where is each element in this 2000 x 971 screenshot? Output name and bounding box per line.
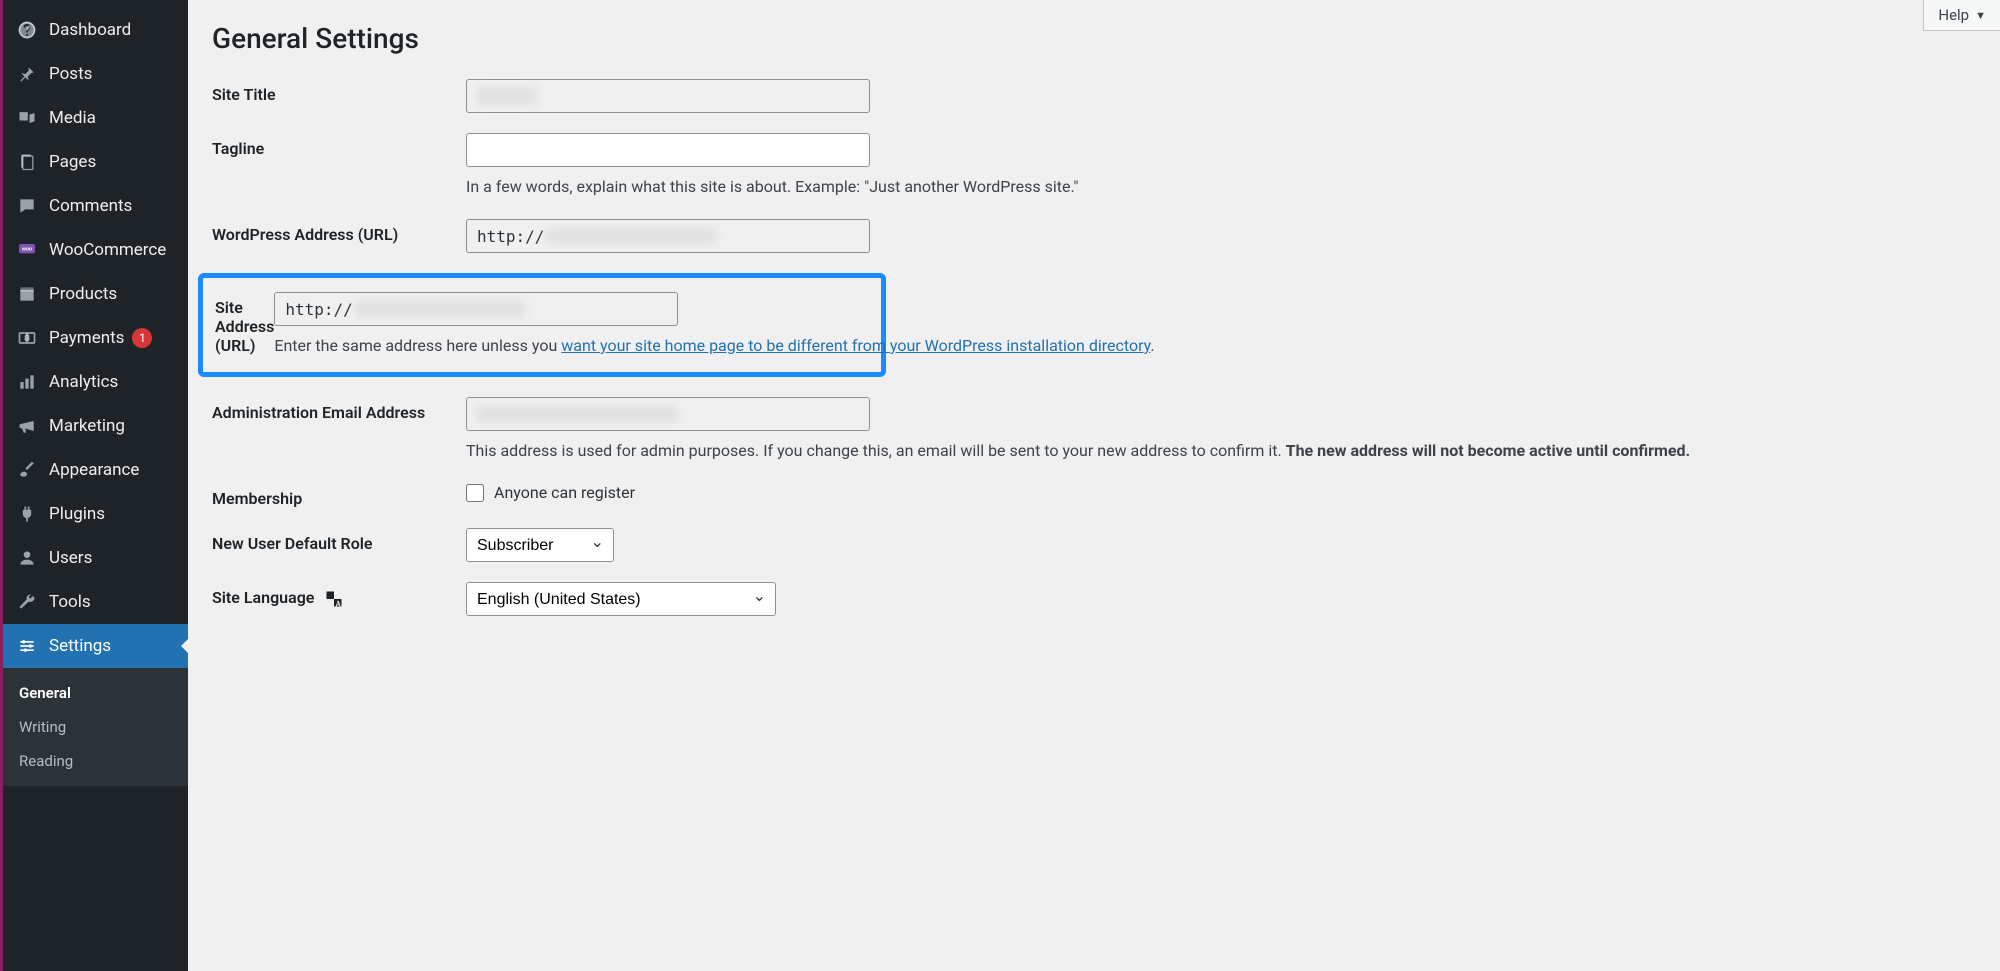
sidebar-item-label: Products [49, 284, 117, 304]
sidebar-item-pages[interactable]: Pages [3, 140, 188, 184]
sidebar-item-appearance[interactable]: Appearance [3, 448, 188, 492]
svg-text:$: $ [25, 334, 29, 343]
sidebar-item-marketing[interactable]: Marketing [3, 404, 188, 448]
pin-icon [15, 62, 39, 86]
sidebar-item-users[interactable]: Users [3, 536, 188, 580]
payments-icon: $ [15, 326, 39, 350]
tagline-row: Tagline In a few words, explain what thi… [212, 133, 1976, 199]
megaphone-icon [15, 414, 39, 438]
sidebar-item-label: Posts [49, 64, 92, 84]
admin-email-label: Administration Email Address [212, 397, 466, 422]
page-title: General Settings [212, 22, 1976, 55]
tagline-input[interactable] [466, 133, 870, 167]
payments-badge: 1 [132, 328, 152, 348]
sidebar-item-label: Comments [49, 196, 132, 216]
dashboard-icon [15, 18, 39, 42]
settings-submenu: General Writing Reading [3, 668, 188, 786]
site-address-label: Site Address (URL) [215, 292, 274, 355]
sidebar-item-payments[interactable]: $ Payments 1 [3, 316, 188, 360]
sidebar-item-tools[interactable]: Tools [3, 580, 188, 624]
site-language-label: Site Language [212, 582, 466, 609]
sidebar-item-products[interactable]: Products [3, 272, 188, 316]
media-icon [15, 106, 39, 130]
main-content: Help ▼ General Settings Site Title Tagli… [188, 0, 2000, 971]
membership-row: Membership Anyone can register [212, 483, 1976, 508]
sidebar-item-posts[interactable]: Posts [3, 52, 188, 96]
sidebar-item-label: Plugins [49, 504, 105, 524]
sidebar-item-analytics[interactable]: Analytics [3, 360, 188, 404]
admin-sidebar: Dashboard Posts Media Pages Comments woo… [0, 0, 188, 971]
sidebar-item-label: WooCommerce [49, 240, 166, 260]
site-address-highlight: Site Address (URL) http:// Enter the sam… [198, 273, 886, 377]
analytics-icon [15, 370, 39, 394]
woocommerce-icon: woo [15, 238, 39, 262]
site-address-row: Site Address (URL) http:// Enter the sam… [215, 292, 881, 358]
sidebar-item-label: Users [49, 548, 92, 568]
default-role-row: New User Default Role Subscriber [212, 528, 1976, 562]
sidebar-item-label: Analytics [49, 372, 118, 392]
membership-label: Membership [212, 483, 466, 508]
admin-email-help: This address is used for admin purposes.… [466, 439, 1786, 463]
site-title-row: Site Title [212, 79, 1976, 113]
sidebar-item-label: Dashboard [49, 20, 131, 40]
sidebar-item-label: Appearance [49, 460, 139, 480]
submenu-item-general[interactable]: General [3, 676, 188, 710]
sidebar-item-label: Pages [49, 152, 96, 172]
site-language-select[interactable]: English (United States) [466, 582, 776, 616]
sidebar-item-label: Settings [49, 636, 111, 656]
products-icon [15, 282, 39, 306]
default-role-select[interactable]: Subscriber [466, 528, 614, 562]
tagline-label: Tagline [212, 133, 466, 158]
membership-checkbox[interactable] [466, 484, 484, 502]
site-title-input[interactable] [466, 79, 870, 113]
translate-icon [324, 589, 344, 609]
sidebar-item-dashboard[interactable]: Dashboard [3, 8, 188, 52]
sidebar-item-label: Marketing [49, 416, 125, 436]
sidebar-item-plugins[interactable]: Plugins [3, 492, 188, 536]
submenu-item-reading[interactable]: Reading [3, 744, 188, 778]
wp-address-label: WordPress Address (URL) [212, 219, 466, 244]
sidebar-item-label: Payments [49, 328, 124, 348]
submenu-item-writing[interactable]: Writing [3, 710, 188, 744]
sidebar-item-label: Tools [49, 592, 91, 612]
tagline-help: In a few words, explain what this site i… [466, 175, 1786, 199]
caret-down-icon: ▼ [1975, 9, 1986, 22]
membership-option-label[interactable]: Anyone can register [494, 483, 635, 502]
page-icon [15, 150, 39, 174]
admin-email-row: Administration Email Address This addres… [212, 397, 1976, 463]
site-language-row: Site Language English (United States) [212, 582, 1976, 616]
sidebar-item-label: Media [49, 108, 96, 128]
site-address-input[interactable]: http:// [274, 292, 678, 326]
settings-icon [15, 634, 39, 658]
help-button[interactable]: Help ▼ [1923, 0, 2000, 31]
wp-address-row: WordPress Address (URL) http:// [212, 219, 1976, 253]
site-title-label: Site Title [212, 79, 466, 104]
wp-address-input[interactable]: http:// [466, 219, 870, 253]
svg-text:woo: woo [22, 247, 32, 253]
comment-icon [15, 194, 39, 218]
wrench-icon [15, 590, 39, 614]
site-address-help: Enter the same address here unless you w… [274, 334, 1154, 358]
sidebar-item-settings[interactable]: Settings [3, 624, 188, 668]
sidebar-item-media[interactable]: Media [3, 96, 188, 140]
plug-icon [15, 502, 39, 526]
user-icon [15, 546, 39, 570]
sidebar-item-comments[interactable]: Comments [3, 184, 188, 228]
brush-icon [15, 458, 39, 482]
site-address-help-link[interactable]: want your site home page to be different… [561, 336, 1150, 355]
default-role-label: New User Default Role [212, 528, 466, 553]
admin-email-input[interactable] [466, 397, 870, 431]
sidebar-item-woocommerce[interactable]: woo WooCommerce [3, 228, 188, 272]
